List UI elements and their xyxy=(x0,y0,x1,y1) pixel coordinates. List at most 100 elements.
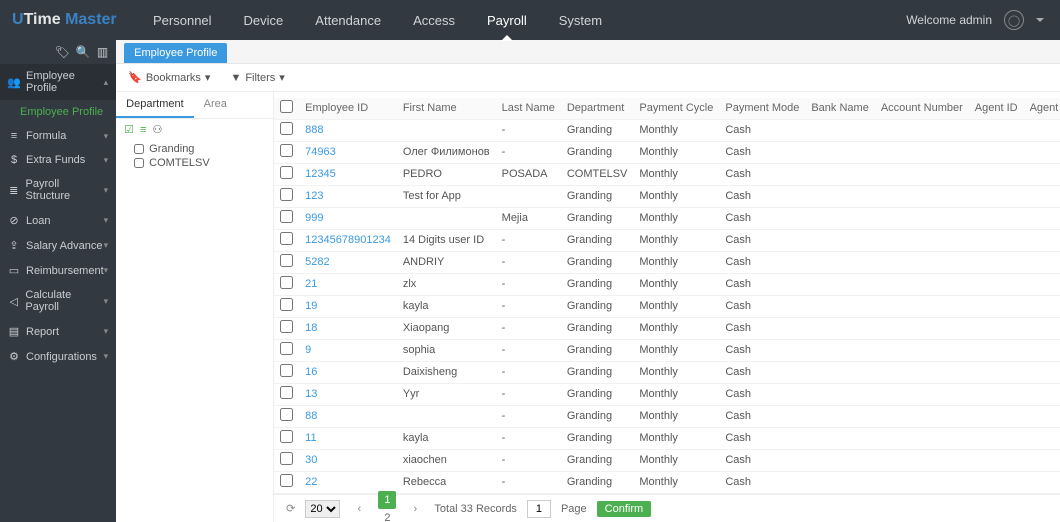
col-header[interactable]: Account Number xyxy=(875,98,969,120)
select-all-checkbox[interactable] xyxy=(280,100,293,113)
employee-id-link[interactable]: 11 xyxy=(305,432,316,444)
prev-page-button[interactable]: ‹ xyxy=(350,500,368,518)
active-tab-chip[interactable]: Employee Profile xyxy=(124,43,227,63)
row-checkbox[interactable] xyxy=(280,276,293,289)
goto-page-input[interactable] xyxy=(527,500,551,518)
employee-id-link[interactable]: 12345678901234 xyxy=(305,234,391,246)
page-number[interactable]: 1 xyxy=(378,491,396,509)
next-page-button[interactable]: › xyxy=(406,500,424,518)
sidebar-item-loan[interactable]: ⊘Loan▾ xyxy=(0,208,116,233)
nav-access[interactable]: Access xyxy=(397,0,471,40)
row-checkbox[interactable] xyxy=(280,144,293,157)
nav-device[interactable]: Device xyxy=(228,0,300,40)
employee-id-link[interactable]: 74963 xyxy=(305,146,336,158)
row-checkbox[interactable] xyxy=(280,298,293,311)
row-checkbox[interactable] xyxy=(280,320,293,333)
cell-first-name xyxy=(397,406,496,428)
nav-system[interactable]: System xyxy=(543,0,618,40)
cell-account-number xyxy=(875,384,969,406)
employee-id-link[interactable]: 999 xyxy=(305,212,323,224)
employee-id-link[interactable]: 16 xyxy=(305,366,317,378)
chevron-icon: ▾ xyxy=(104,215,109,226)
collapse-icon[interactable]: ▥ xyxy=(97,45,108,59)
col-header[interactable]: Agent ID xyxy=(969,98,1024,120)
row-checkbox[interactable] xyxy=(280,188,293,201)
page-size-select[interactable]: 20 xyxy=(305,500,340,518)
col-header[interactable]: Last Name xyxy=(496,98,561,120)
employee-id-link[interactable]: 5282 xyxy=(305,256,329,268)
tree-tab-department[interactable]: Department xyxy=(116,92,193,118)
sidebar-item-salary-advance[interactable]: ⇪Salary Advance▾ xyxy=(0,233,116,258)
sidebar-item-formula[interactable]: ≡Formula▾ xyxy=(0,124,116,148)
confirm-button[interactable]: Confirm xyxy=(597,501,652,517)
cell-agent-account xyxy=(1024,450,1060,472)
employee-id-link[interactable]: 13 xyxy=(305,388,317,400)
cell-payment-cycle: Monthly xyxy=(633,230,719,252)
refresh-icon[interactable]: ⟳ xyxy=(286,502,295,515)
sidebar-item-calculate-payroll[interactable]: ◁Calculate Payroll▾ xyxy=(0,283,116,319)
employee-id-link[interactable]: 30 xyxy=(305,454,317,466)
employee-id-link[interactable]: 22 xyxy=(305,476,317,488)
chevron-icon: ▾ xyxy=(104,326,109,337)
bookmarks-button[interactable]: 🔖 Bookmarks ▾ xyxy=(128,71,210,84)
sidebar-item-configurations[interactable]: ⚙Configurations▾ xyxy=(0,344,116,369)
tree-node[interactable]: Granding xyxy=(124,142,265,156)
cell-department: Granding xyxy=(561,230,634,252)
sidebar-item-reimbursement[interactable]: ▭Reimbursement▾ xyxy=(0,258,116,283)
sidebar-item-report[interactable]: ▤Report▾ xyxy=(0,319,116,344)
cell-agent-account xyxy=(1024,142,1060,164)
tree-node[interactable]: COMTELSV xyxy=(124,156,265,170)
nav-attendance[interactable]: Attendance xyxy=(299,0,397,40)
row-checkbox[interactable] xyxy=(280,342,293,355)
employee-id-link[interactable]: 12345 xyxy=(305,168,336,180)
avatar-icon[interactable]: ◯ xyxy=(1004,10,1024,30)
col-header[interactable]: First Name xyxy=(397,98,496,120)
list-icon[interactable]: ≡ xyxy=(140,124,146,136)
col-header[interactable]: Bank Name xyxy=(805,98,874,120)
row-checkbox[interactable] xyxy=(280,166,293,179)
tree-checkbox[interactable] xyxy=(134,144,144,154)
row-checkbox[interactable] xyxy=(280,452,293,465)
employee-id-link[interactable]: 888 xyxy=(305,124,323,136)
sidebar-item-employee-profile[interactable]: 👥Employee Profile▴ xyxy=(0,64,116,100)
row-checkbox[interactable] xyxy=(280,122,293,135)
row-checkbox[interactable] xyxy=(280,232,293,245)
row-checkbox[interactable] xyxy=(280,430,293,443)
row-checkbox[interactable] xyxy=(280,386,293,399)
col-header[interactable]: Department xyxy=(561,98,634,120)
cell-bank-name xyxy=(805,362,874,384)
employee-id-link[interactable]: 19 xyxy=(305,300,317,312)
user-menu-caret-icon[interactable] xyxy=(1036,18,1044,22)
employee-id-link[interactable]: 21 xyxy=(305,278,317,290)
row-checkbox[interactable] xyxy=(280,474,293,487)
cell-first-name: xiaochen xyxy=(397,450,496,472)
col-header[interactable]: Employee ID xyxy=(299,98,397,120)
employee-id-link[interactable]: 9 xyxy=(305,344,311,356)
tag-icon[interactable]: 🏷 xyxy=(55,45,70,59)
tree-tab-area[interactable]: Area xyxy=(194,92,237,118)
employee-id-link[interactable]: 18 xyxy=(305,322,317,334)
nav-personnel[interactable]: Personnel xyxy=(137,0,228,40)
col-header[interactable]: Payment Mode xyxy=(719,98,805,120)
sidebar-item-label: Configurations xyxy=(26,351,97,363)
col-header[interactable]: Agent Account xyxy=(1024,98,1060,120)
nav-payroll[interactable]: Payroll xyxy=(471,0,543,40)
employee-id-link[interactable]: 88 xyxy=(305,410,317,422)
filters-button[interactable]: ▼ Filters ▾ xyxy=(230,71,284,84)
sidebar-item-payroll-structure[interactable]: ≣Payroll Structure▾ xyxy=(0,172,116,208)
search-icon[interactable]: 🔍 xyxy=(76,45,91,59)
row-checkbox[interactable] xyxy=(280,408,293,421)
check-all-icon[interactable]: ☑ xyxy=(124,123,134,136)
logo[interactable]: UTime Master xyxy=(0,11,137,29)
row-checkbox[interactable] xyxy=(280,364,293,377)
org-tree-icon[interactable]: ⚇ xyxy=(152,123,162,136)
row-checkbox[interactable] xyxy=(280,254,293,267)
sidebar-item-extra-funds[interactable]: $Extra Funds▾ xyxy=(0,148,116,172)
page-number[interactable]: 2 xyxy=(378,509,396,522)
col-header[interactable]: Payment Cycle xyxy=(633,98,719,120)
tree-checkbox[interactable] xyxy=(134,158,144,168)
row-checkbox[interactable] xyxy=(280,210,293,223)
employee-id-link[interactable]: 123 xyxy=(305,190,323,202)
sidebar-sub-employee-profile[interactable]: Employee Profile xyxy=(0,100,116,124)
cell-agent-id xyxy=(969,164,1024,186)
